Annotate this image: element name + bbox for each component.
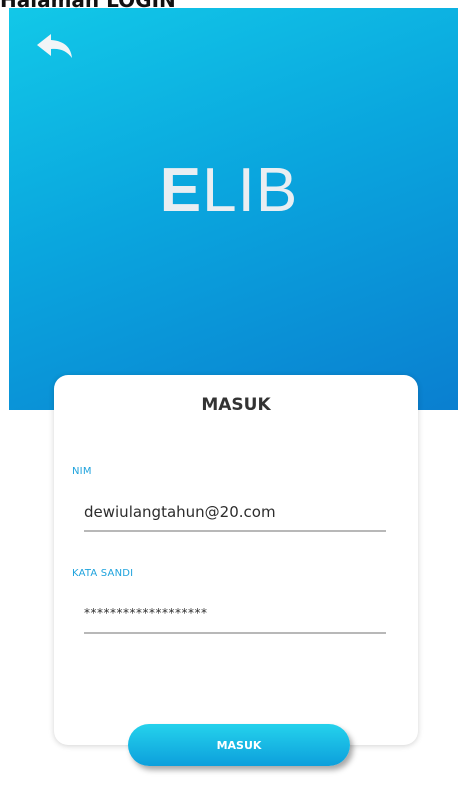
nim-input[interactable]: [84, 498, 386, 526]
nim-label: NIM: [72, 466, 92, 477]
password-input[interactable]: [84, 599, 386, 627]
left-margin: [0, 0, 9, 809]
logo-letter-e: E: [159, 156, 203, 225]
nim-underline: [84, 530, 386, 532]
password-underline: [84, 632, 386, 634]
back-arrow-icon: [37, 34, 72, 58]
app-logo: ELIB: [0, 160, 458, 222]
login-card: MASUK NIM KATA SANDI: [54, 375, 418, 745]
document-heading-text: Halaman LOGIN: [0, 0, 176, 8]
password-label: KATA SANDI: [72, 568, 134, 579]
card-title: MASUK: [201, 395, 271, 415]
logo-letters-lib: LIB: [202, 156, 299, 225]
login-button[interactable]: MASUK: [128, 724, 350, 766]
back-button[interactable]: [33, 28, 77, 64]
document-heading: Halaman LOGIN: [0, 0, 458, 8]
